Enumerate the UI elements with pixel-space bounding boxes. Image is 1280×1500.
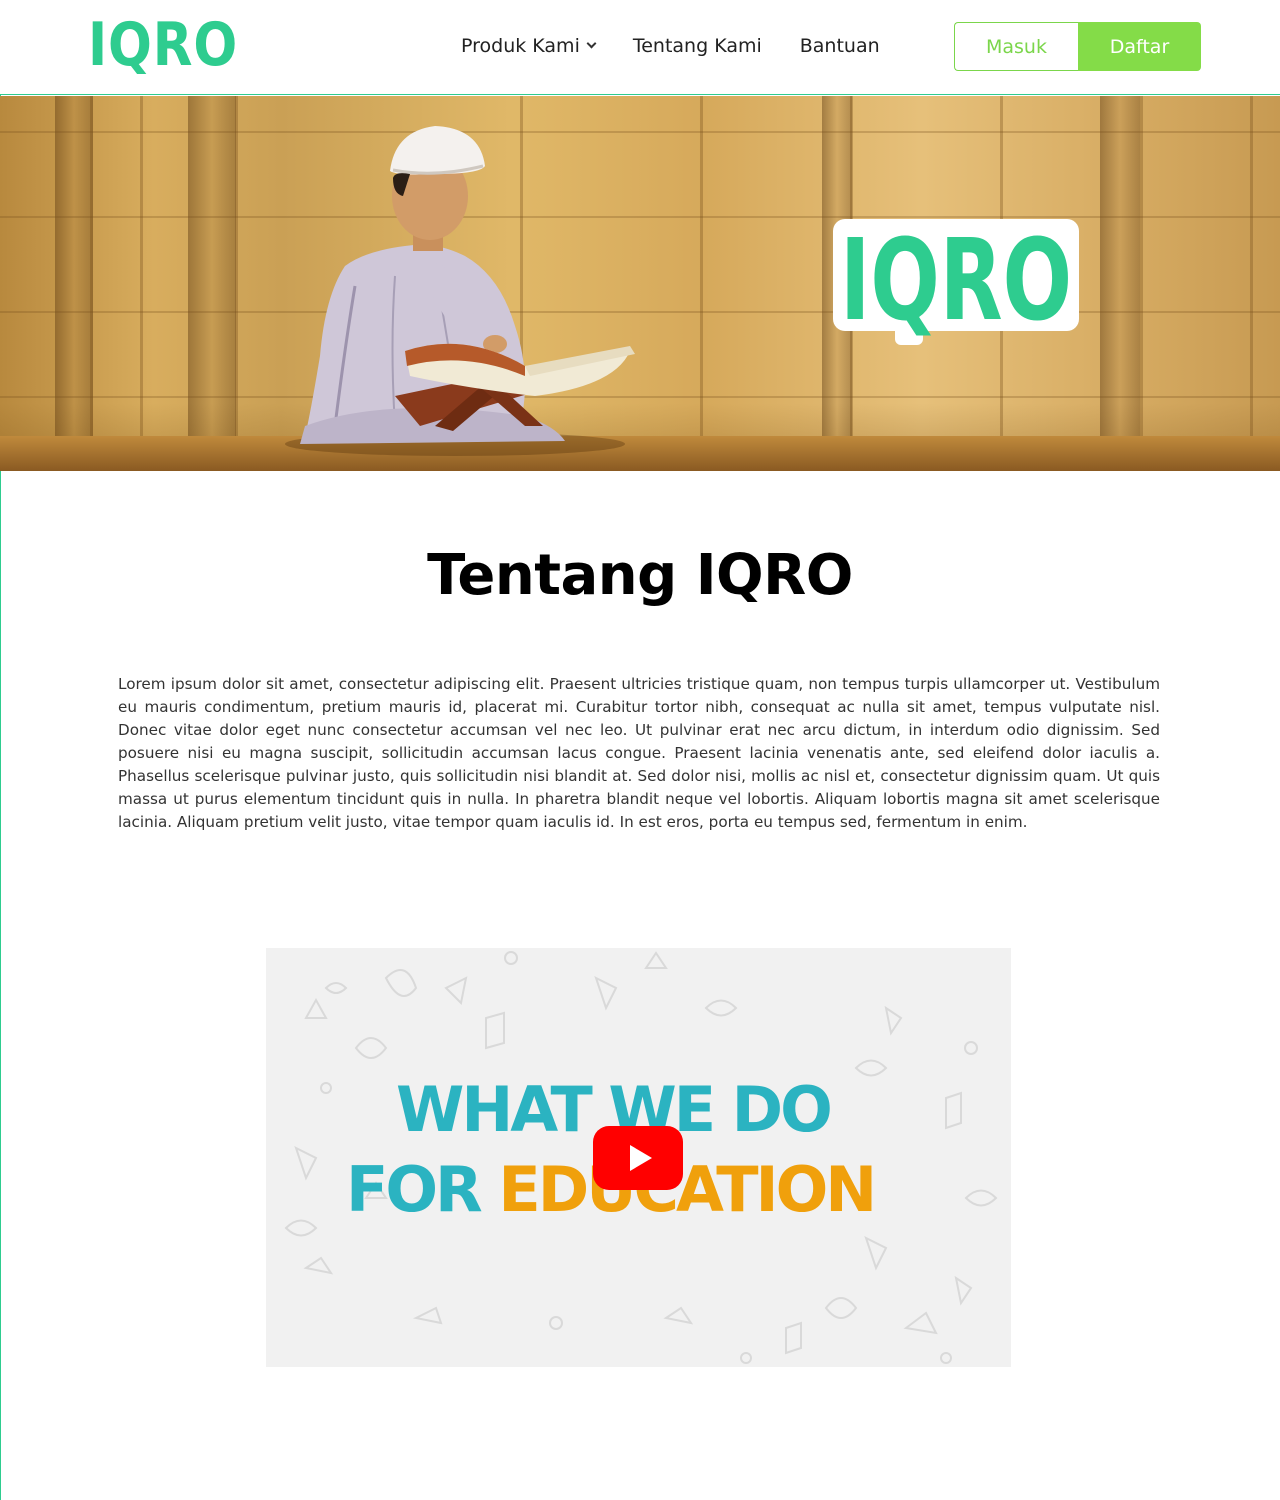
play-triangle-icon xyxy=(629,1145,652,1171)
login-button[interactable]: Masuk xyxy=(954,22,1078,71)
chevron-down-icon xyxy=(586,38,597,48)
about-title: Tentang IQRO xyxy=(427,543,853,608)
about-paragraph: Lorem ipsum dolor sit amet, consectetur … xyxy=(118,675,1160,831)
hero-banner: IQRO xyxy=(0,96,1280,471)
video-title-for: FOR xyxy=(346,1153,499,1226)
main-nav: Produk Kami Tentang Kami Bantuan xyxy=(461,32,918,60)
nav-item-produk-kami[interactable]: Produk Kami xyxy=(461,35,597,57)
register-button[interactable]: Daftar xyxy=(1078,22,1201,71)
video-embed[interactable]: WHAT WE DO FOR EDUCATION xyxy=(266,948,1011,1367)
nav-item-label: Bantuan xyxy=(799,35,880,57)
hero-iqro-logo: IQRO xyxy=(833,219,1079,345)
svg-text:IQRO: IQRO xyxy=(840,219,1072,345)
child-reading-illustration xyxy=(285,126,635,456)
site-header: IQRO Produk Kami Tentang Kami Bantuan Ma… xyxy=(0,0,1280,95)
auth-buttons: Masuk Daftar xyxy=(954,22,1201,71)
youtube-play-icon[interactable] xyxy=(593,1126,683,1190)
nav-item-tentang-kami[interactable]: Tentang Kami xyxy=(633,35,762,57)
nav-item-bantuan[interactable]: Bantuan xyxy=(800,35,880,57)
nav-item-label: Tentang Kami xyxy=(632,35,762,57)
site-logo[interactable]: IQRO xyxy=(88,14,238,76)
video-title-education: EDUCATION xyxy=(498,1153,877,1226)
nav-item-label: Produk Kami xyxy=(461,35,580,57)
